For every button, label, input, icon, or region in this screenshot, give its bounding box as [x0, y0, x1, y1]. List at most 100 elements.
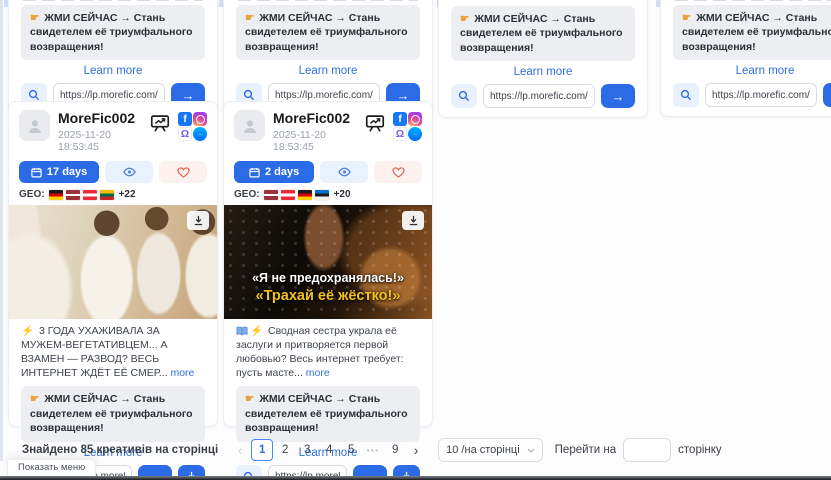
search-button[interactable]	[451, 84, 477, 108]
creative-description: ⚡ Сводная сестра украла её заслуги и при…	[224, 319, 432, 382]
landing-url-input[interactable]	[483, 84, 595, 108]
messenger-icon	[193, 127, 207, 141]
cta-text: ЖМИ СЕЙЧАС → Стань свидетелем её триумфа…	[682, 12, 831, 53]
open-url-button[interactable]: →	[823, 83, 831, 107]
landing-url-row: →	[673, 83, 831, 107]
avatar	[19, 110, 50, 141]
cta-quote-box: ☛ ЖМИ СЕЙЧАС → Стань свидетелем её триум…	[21, 386, 205, 441]
pointing-hand-icon: ☛	[460, 13, 469, 25]
cut-text-line	[23, 0, 203, 1]
creative-timestamp: 2025-11-20 18:53:45	[273, 129, 356, 153]
results-count: Знайдено 85 креативів на сторінці	[22, 444, 218, 456]
page-size-value: 10 /на сторінці	[446, 444, 520, 456]
page-button-1[interactable]: 1	[251, 439, 273, 461]
preview-button[interactable]	[320, 161, 368, 183]
page-size-select[interactable]: 10 /на сторінці	[438, 438, 543, 462]
creative-header: MoreFic002 2025-11-20 18:53:45 f Ω	[224, 102, 432, 156]
geo-flags	[49, 190, 114, 200]
pagination-bar: Знайдено 85 креативів на сторінці ‹ 1 2 …	[0, 437, 831, 463]
header-icons: f Ω	[364, 110, 422, 141]
geo-extra-count: +20	[334, 189, 351, 200]
avatar	[234, 110, 265, 141]
pointing-hand-icon: ☛	[30, 12, 39, 24]
header-icons: f Ω	[149, 110, 207, 141]
prev-page-button[interactable]: ‹	[230, 442, 250, 458]
cut-text-line	[675, 0, 831, 1]
cta-quote-box: ☛ ЖМИ СЕЙЧАС → Стань свидетелем её триум…	[236, 386, 420, 441]
pages-ellipsis[interactable]: •••	[365, 446, 381, 455]
download-image-button[interactable]	[402, 211, 424, 230]
advertiser-name: MoreFic002	[58, 111, 141, 126]
download-icon	[193, 215, 204, 226]
truncated-description: ИНТЕРНЕТ ЖДЁТ ЕЁ СМЕР... more	[451, 0, 635, 2]
show-menu-toggle[interactable]: Показать меню	[7, 459, 96, 476]
learn-more-link[interactable]: Learn more	[224, 60, 432, 81]
lightning-icon: ⚡	[250, 325, 263, 337]
audience-network-icon: Ω	[393, 127, 407, 141]
creative-image[interactable]: «Я не предохранялась!» «Трахай её жёстко…	[224, 205, 432, 319]
image-overlay-text: «Я не предохранялась!» «Трахай её жёстко…	[224, 270, 432, 305]
overlay-line-1: «Я не предохранялась!»	[224, 270, 432, 286]
placements: f Ω	[178, 112, 207, 141]
person-icon	[241, 117, 259, 135]
cta-quote-box: ☛ ЖМИ СЕЙЧАС → Стань свидетелем её триум…	[673, 5, 831, 60]
creative-card: MoreFic002 2025-11-20 18:53:45 f Ω 2 day…	[223, 101, 433, 427]
cta-text: ЖМИ СЕЙЧАС → Стань свидетелем её триумфа…	[460, 13, 623, 54]
page-button-9[interactable]: 9	[385, 440, 405, 460]
facebook-glyph: f	[183, 114, 186, 125]
days-active-button[interactable]: 2 days	[234, 161, 314, 183]
presentation-chart-icon[interactable]	[364, 112, 386, 134]
placements: f Ω	[393, 112, 422, 141]
pointing-hand-icon: ☛	[245, 12, 254, 24]
days-active-button[interactable]: 17 days	[19, 161, 99, 183]
landing-url-row: →	[451, 84, 635, 108]
geo-label: GEO:	[234, 189, 260, 200]
cta-text: ЖМИ СЕЙЧАС → Стань свидетелем её триумфа…	[30, 393, 193, 434]
creative-image[interactable]	[9, 205, 217, 319]
flag-at-icon	[83, 190, 97, 200]
presentation-chart-icon[interactable]	[149, 112, 171, 134]
arrow-right-icon: →	[612, 89, 625, 104]
creative-card-partial-3: ИНТЕРНЕТ ЖДЁТ ЕЁ СМЕР... more ☛ ЖМИ СЕЙЧ…	[438, 0, 648, 118]
eye-icon	[338, 167, 351, 177]
creative-actions: 2 days	[234, 161, 422, 183]
search-icon	[458, 90, 470, 102]
download-icon	[408, 215, 419, 226]
bottom-window-edge	[0, 476, 831, 480]
next-page-button[interactable]: ›	[406, 442, 426, 458]
cta-text: ЖМИ СЕЙЧАС → Стань свидетелем её триумфа…	[245, 393, 408, 434]
eye-icon	[123, 167, 136, 177]
learn-more-link[interactable]: Learn more	[9, 60, 217, 81]
heart-icon	[177, 167, 190, 178]
preview-button[interactable]	[105, 161, 153, 183]
advertiser-meta: MoreFic002 2025-11-20 18:53:45	[58, 110, 141, 153]
landing-url-input[interactable]	[705, 83, 817, 107]
favorite-button[interactable]	[374, 161, 422, 183]
learn-more-link[interactable]: Learn more	[439, 61, 647, 82]
goto-page-input[interactable]	[623, 438, 671, 462]
page-button-4[interactable]: 4	[319, 440, 339, 460]
flag-lv-icon	[264, 190, 278, 200]
page-button-5[interactable]: 5	[341, 440, 361, 460]
days-label: 17 days	[47, 166, 87, 178]
facebook-icon: f	[393, 112, 407, 126]
search-icon	[28, 89, 40, 101]
heart-icon	[392, 167, 405, 178]
cut-text-line	[238, 0, 418, 1]
favorite-button[interactable]	[159, 161, 207, 183]
description-text: 3 ГОДА УХАЖИВАЛА ЗА МУЖЕМ-ВЕГЕТАТИВЦЕМ..…	[21, 325, 168, 379]
open-url-button[interactable]: →	[601, 84, 635, 108]
more-link[interactable]: more	[600, 0, 624, 1]
creative-timestamp: 2025-11-20 18:53:45	[58, 129, 141, 153]
page-button-2[interactable]: 2	[275, 440, 295, 460]
facebook-icon: f	[178, 112, 192, 126]
more-link[interactable]: more	[170, 367, 194, 379]
cta-text: ЖМИ СЕЙЧАС → Стань свидетелем её триумфа…	[245, 12, 408, 53]
more-link[interactable]: more	[306, 367, 330, 379]
download-image-button[interactable]	[187, 211, 209, 230]
page-button-3[interactable]: 3	[297, 440, 317, 460]
creative-card: MoreFic002 2025-11-20 18:53:45 f Ω 17 da…	[8, 101, 218, 427]
learn-more-link[interactable]: Learn more	[661, 60, 831, 81]
search-button[interactable]	[673, 83, 699, 107]
creative-card-partial-4: ☛ ЖМИ СЕЙЧАС → Стань свидетелем её триум…	[660, 0, 831, 117]
